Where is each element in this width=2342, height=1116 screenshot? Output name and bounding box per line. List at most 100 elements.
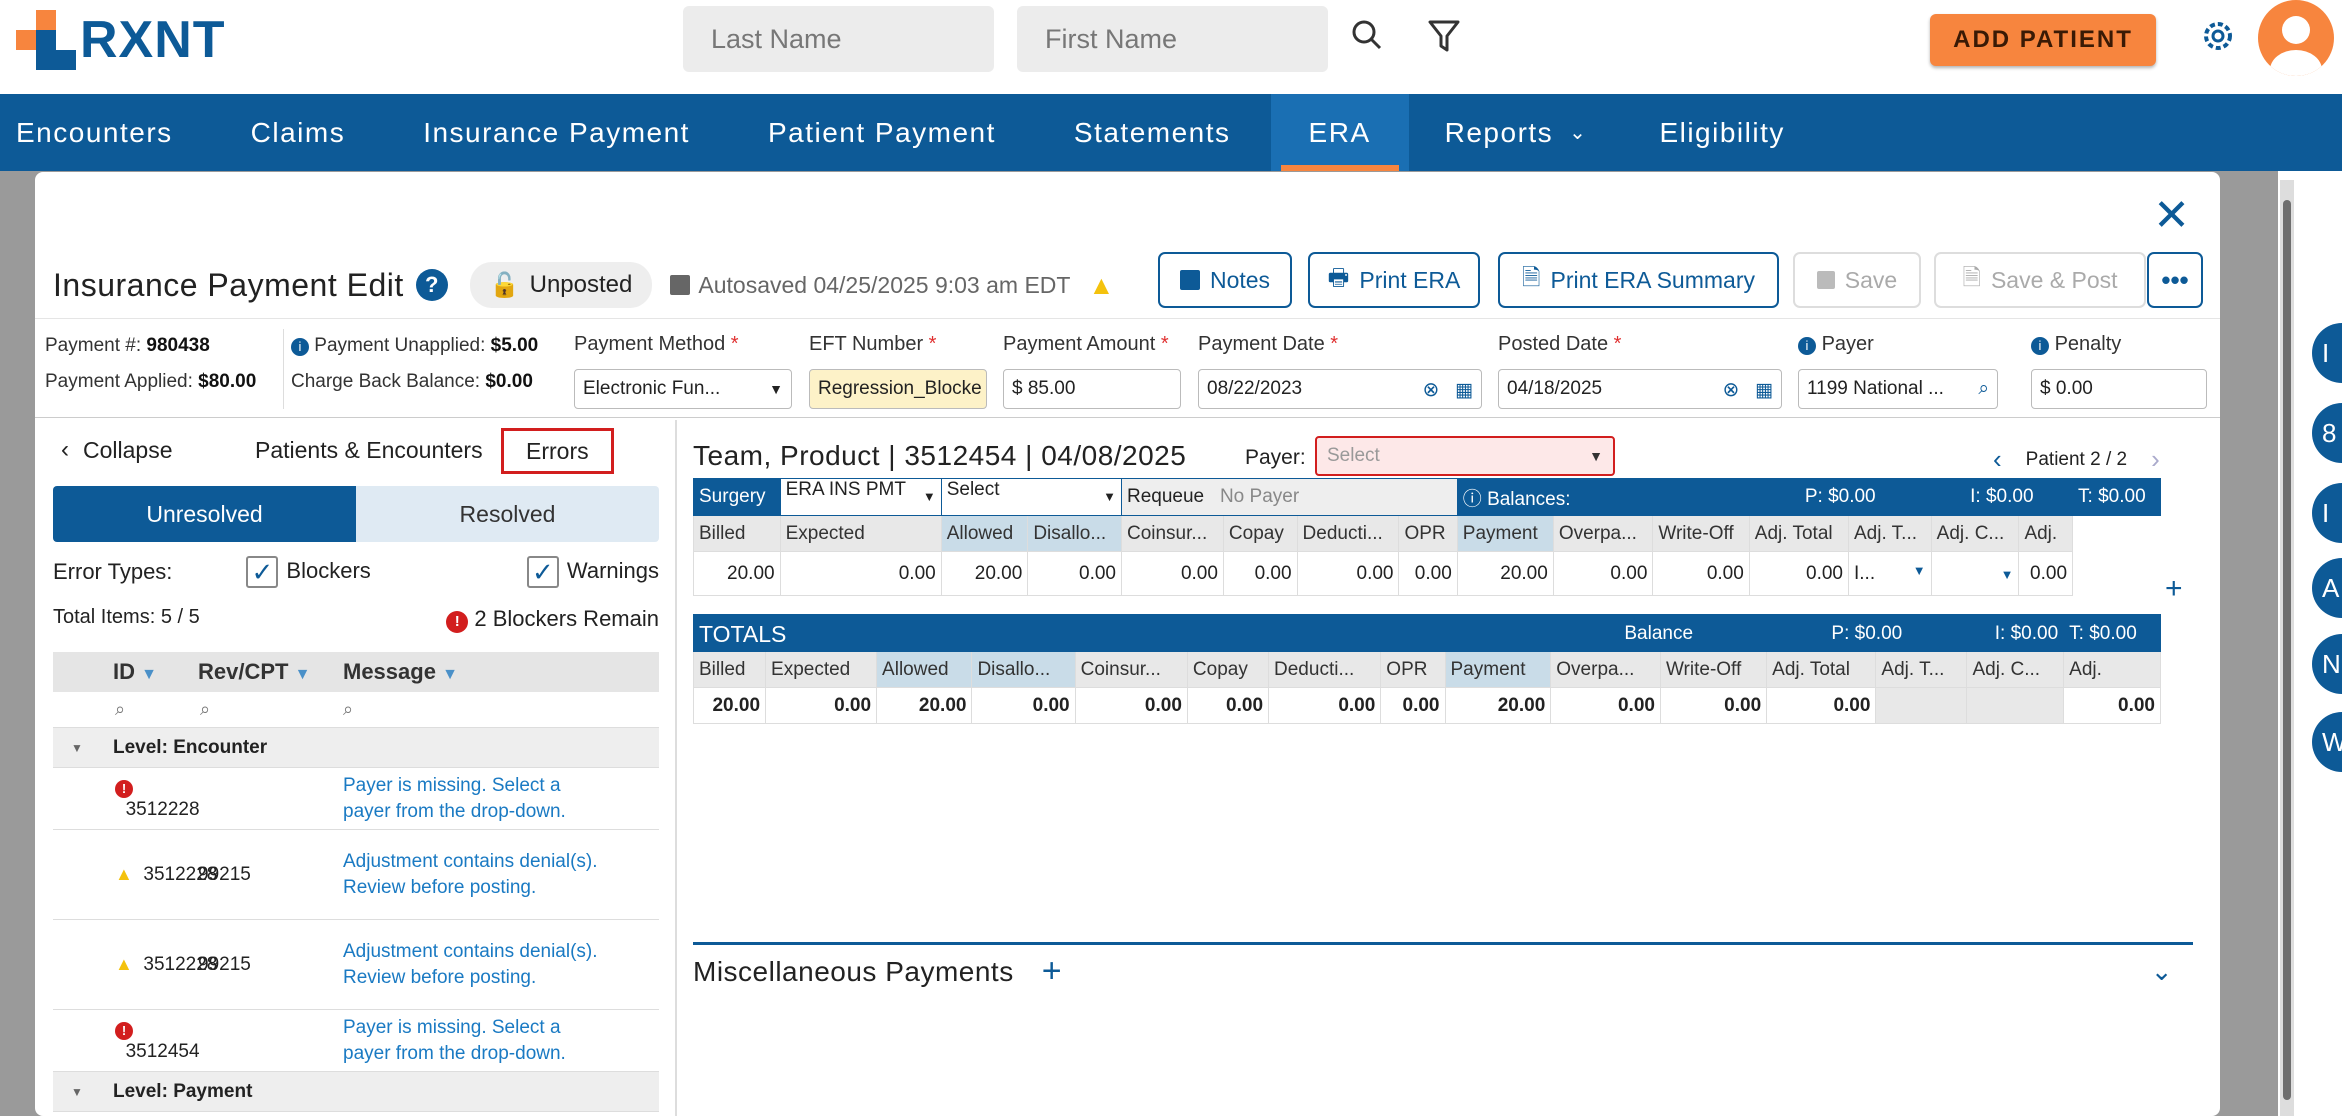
search-icon[interactable]: ⌕	[198, 699, 343, 720]
copay-input[interactable]: 0.00	[1222, 551, 1298, 596]
tab-errors[interactable]: Errors	[501, 428, 614, 474]
opr-input[interactable]: 0.00	[1398, 551, 1458, 596]
posted-date-field[interactable]: 04/18/2025 ⊗ ▦	[1498, 369, 1782, 409]
blockers-checkbox[interactable]: ✓ Blockers	[246, 556, 371, 588]
row-message[interactable]: Adjustment contains denial(s). Review be…	[343, 939, 603, 991]
save-button[interactable]: Save	[1793, 252, 1921, 308]
adj-input[interactable]: 0.00	[2018, 551, 2074, 596]
add-icon[interactable]: +	[1042, 952, 1062, 991]
unresolved-tab[interactable]: Unresolved	[53, 486, 356, 542]
print-era-button[interactable]: 🖶 Print ERA	[1308, 252, 1480, 308]
requeue-cell[interactable]: Requeue No Payer	[1120, 478, 1458, 516]
payment-input[interactable]: 20.00	[1456, 551, 1554, 596]
filter-icon[interactable]: ▼	[295, 666, 311, 683]
overpayment-input[interactable]: 0.00	[1552, 551, 1654, 596]
col-id-label: ID	[113, 659, 135, 684]
nav-reports[interactable]: Reports ⌄	[1429, 94, 1604, 171]
filter-icon[interactable]: ▼	[442, 666, 458, 683]
penalty-field[interactable]: $ 0.00	[2031, 369, 2207, 409]
clear-icon[interactable]: ⊗	[1722, 379, 1739, 401]
row-message[interactable]: Adjustment contains denial(s). Review be…	[343, 849, 603, 901]
deductible-input[interactable]: 0.00	[1296, 551, 1400, 596]
clear-icon[interactable]: ⊗	[1422, 379, 1439, 401]
scrollbar-thumb[interactable]	[2283, 200, 2291, 1100]
save-and-post-button[interactable]: 🗎 Save & Post	[1934, 252, 2146, 308]
chevron-left-icon[interactable]: ‹	[1993, 444, 2002, 475]
print-era-label: Print ERA	[1359, 266, 1461, 293]
user-avatar[interactable]	[2258, 0, 2334, 76]
billed-input[interactable]: 20.00	[693, 551, 781, 596]
error-row[interactable]: ! 3512454 Payer is missing. Select a pay…	[53, 1010, 659, 1072]
rxnt-logo[interactable]: RXNT	[16, 10, 226, 70]
chevron-right-icon[interactable]: ›	[2151, 444, 2160, 475]
expected-input[interactable]: 0.00	[779, 551, 942, 596]
notes-button[interactable]: Notes	[1158, 252, 1292, 308]
save-label: Save	[1844, 266, 1898, 293]
search-icon[interactable]: ⌕	[53, 699, 198, 720]
grid-header: ID ▼ Rev/CPT ▼ Message ▼	[53, 652, 659, 692]
add-patient-button[interactable]: ADD PATIENT	[1930, 14, 2156, 66]
coinsurance-input[interactable]: 0.00	[1120, 551, 1224, 596]
filter-icon[interactable]	[1422, 14, 1466, 58]
payment-date-field[interactable]: 08/22/2023 ⊗ ▦	[1198, 369, 1482, 409]
error-row[interactable]: ▲ 3512228 99215 Adjustment contains deni…	[53, 920, 659, 1010]
gear-icon[interactable]	[2196, 14, 2240, 58]
payment-method-select[interactable]: Electronic Fun... ▼	[574, 369, 792, 409]
col-copay: Copay	[1186, 651, 1270, 688]
tab-patients-encounters[interactable]: Patients & Encounters	[255, 428, 483, 472]
error-type-filter: Error Types: ✓ Blockers ✓ Warnings	[53, 552, 659, 592]
nav-statements[interactable]: Statements	[1058, 94, 1247, 171]
row-cpt: 99215	[198, 953, 251, 975]
help-icon[interactable]: ?	[415, 269, 448, 301]
close-icon[interactable]: ✕	[2153, 190, 2190, 241]
level-encounter-group[interactable]: ▼ Level: Encounter	[53, 728, 659, 768]
insurance-payment-modal: ✕ Insurance Payment Edit ? 🔓 Unposted Aut…	[35, 172, 2220, 1116]
nav-era[interactable]: ERA	[1270, 94, 1409, 171]
col-payment: Payment	[1456, 515, 1554, 552]
nav-eligibility[interactable]: Eligibility	[1643, 94, 1800, 171]
search-icon[interactable]: ⌕	[343, 699, 353, 720]
resolved-tab[interactable]: Resolved	[356, 486, 659, 542]
collapse-button[interactable]: ‹ Collapse	[61, 428, 173, 472]
scrollbar[interactable]	[2280, 180, 2294, 1116]
error-row[interactable]: ▲ 3512228 99215 Adjustment contains deni…	[53, 830, 659, 920]
last-name-search[interactable]: Last Name	[683, 6, 994, 72]
eft-number-field[interactable]: Regression_Blocke	[809, 369, 987, 409]
adj-type-select[interactable]: I... ▼	[1848, 551, 1932, 596]
disallowed-input[interactable]: 0.00	[1027, 551, 1122, 596]
more-options-button[interactable]: •••	[2147, 252, 2203, 308]
payment-amount-field[interactable]: $ 85.00	[1003, 369, 1181, 409]
filter-icon[interactable]: ▼	[141, 666, 157, 683]
nav-encounters[interactable]: Encounters	[0, 94, 189, 171]
penalty-label: i Penalty	[2031, 333, 2121, 356]
era-ins-select[interactable]: ERA INS PMT ▼	[779, 478, 942, 516]
nav-patient-payment[interactable]: Patient Payment	[752, 94, 1012, 171]
col-rev-cpt[interactable]: Rev/CPT ▼	[198, 659, 343, 685]
code-select[interactable]: Select ▼	[940, 478, 1122, 516]
payer-value: 1199 National ...	[1807, 378, 1944, 399]
error-row[interactable]: ! 3512228 Payer is missing. Select a pay…	[53, 768, 659, 830]
search-icon[interactable]: ⌕	[1978, 378, 1989, 400]
col-id[interactable]: ID ▼	[53, 659, 198, 685]
search-icon[interactable]	[1346, 14, 1390, 58]
nav-insurance-payment[interactable]: Insurance Payment	[407, 94, 706, 171]
write-off-input[interactable]: 0.00	[1652, 551, 1750, 596]
payer-select[interactable]: Select ▼	[1315, 436, 1615, 476]
chevron-down-icon[interactable]: ⌄	[2151, 956, 2173, 987]
nav-claims[interactable]: Claims	[235, 94, 362, 171]
print-era-summary-button[interactable]: 🗎 Print ERA Summary	[1498, 252, 1779, 308]
warnings-checkbox[interactable]: ✓ Warnings	[526, 556, 659, 588]
adj-code-select[interactable]: ▼	[1930, 551, 2020, 596]
first-name-search[interactable]: First Name	[1017, 6, 1328, 72]
total-write-off: 0.00	[1659, 687, 1768, 724]
payer-field[interactable]: 1199 National ... ⌕	[1798, 369, 1998, 409]
add-line-icon[interactable]: +	[2165, 572, 2183, 606]
col-message[interactable]: Message ▼	[343, 659, 458, 685]
allowed-input[interactable]: 20.00	[940, 551, 1029, 596]
calendar-icon[interactable]: ▦	[1455, 380, 1473, 401]
miscellaneous-payments-section[interactable]: Miscellaneous Payments + ⌄	[693, 942, 2193, 998]
row-message[interactable]: Payer is missing. Select a payer from th…	[343, 1015, 603, 1067]
level-payment-group[interactable]: ▼ Level: Payment	[53, 1072, 659, 1112]
calendar-icon[interactable]: ▦	[1755, 380, 1773, 401]
row-message[interactable]: Payer is missing. Select a payer from th…	[343, 773, 603, 825]
